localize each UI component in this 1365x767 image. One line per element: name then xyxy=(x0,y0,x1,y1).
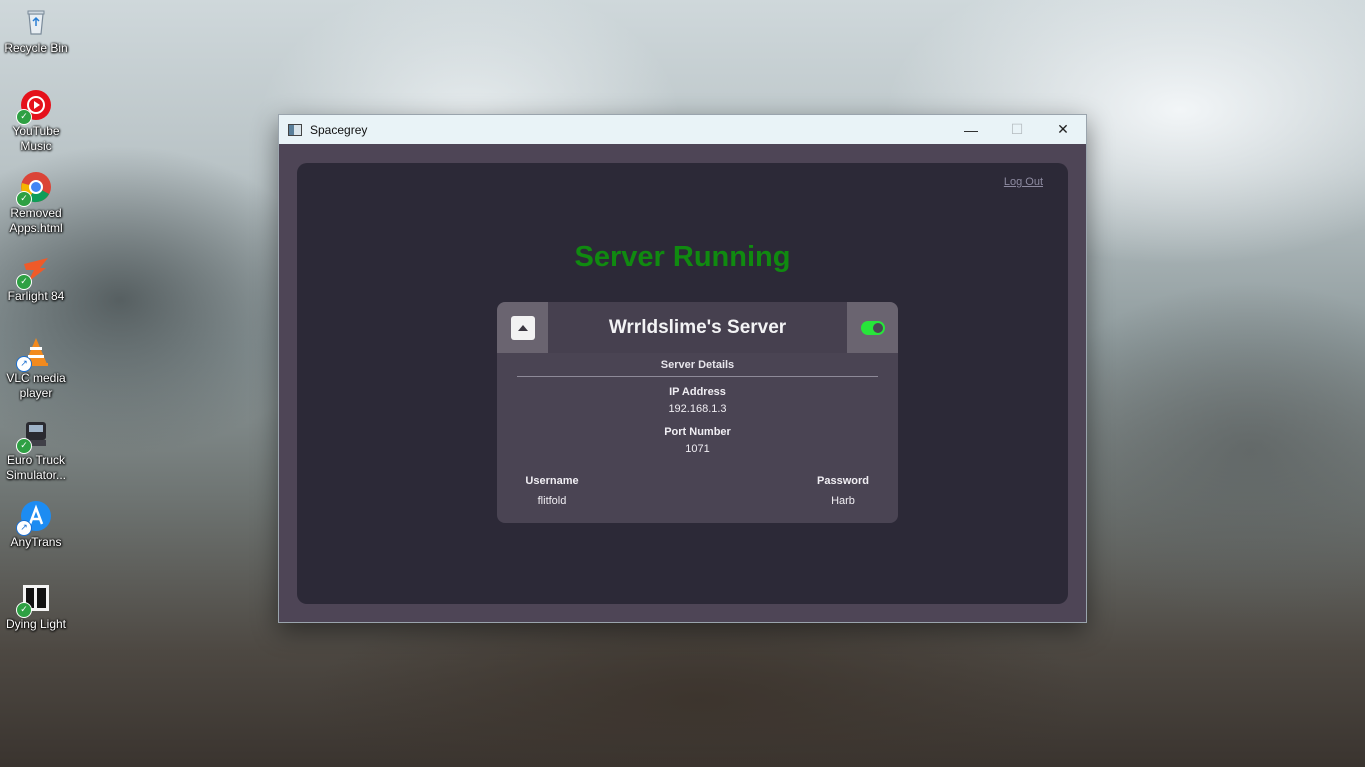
credentials-row: Username flitfold Password Harb xyxy=(497,475,898,515)
desktop-icon-youtube-music[interactable]: ✓ YouTube Music xyxy=(4,89,68,154)
server-status-title: Server Running xyxy=(574,241,791,273)
collapse-button[interactable] xyxy=(497,302,548,353)
vlc-icon: ↗ xyxy=(16,336,52,372)
dying-light-icon: ✓ xyxy=(16,582,52,618)
server-card: Wrrldslime's Server Server Details IP Ad… xyxy=(497,302,898,523)
desktop-icon-vlc[interactable]: ↗ VLC media player xyxy=(4,336,68,401)
server-card-header: Wrrldslime's Server xyxy=(497,302,898,353)
ip-address-block: IP Address 192.168.1.3 xyxy=(497,386,898,415)
desktop-icon-label: Euro Truck Simulator... xyxy=(5,453,67,482)
desktop-icon-label: Dying Light xyxy=(5,617,67,631)
desktop-icon-label: Farlight 84 xyxy=(7,289,65,303)
recycle-bin-icon xyxy=(20,6,52,38)
server-details-heading: Server Details xyxy=(660,359,735,371)
youtube-music-icon: ✓ xyxy=(16,89,52,125)
server-toggle-container xyxy=(847,302,898,353)
desktop-icon-label: Recycle Bin xyxy=(4,41,68,55)
ip-address-label: IP Address xyxy=(669,386,726,398)
password-block: Password Harb xyxy=(803,475,883,507)
desktop-icon-farlight[interactable]: ✓ Farlight 84 xyxy=(4,254,68,304)
desktop-icon-dying-light[interactable]: ✓ Dying Light xyxy=(4,582,68,632)
username-value: flitfold xyxy=(537,495,567,507)
check-badge-icon: ✓ xyxy=(16,602,32,618)
desktop-icon-euro-truck[interactable]: ✓ Euro Truck Simulator... xyxy=(4,418,68,483)
ip-address-value: 192.168.1.3 xyxy=(668,403,727,415)
password-value: Harb xyxy=(831,495,855,507)
check-badge-icon: ✓ xyxy=(16,274,32,290)
port-number-block: Port Number 1071 xyxy=(497,426,898,455)
toggle-knob xyxy=(872,322,883,333)
server-name: Wrrldslime's Server xyxy=(608,317,787,338)
port-number-value: 1071 xyxy=(685,443,710,455)
main-panel: Log Out Server Running Wrrldslime's Serv… xyxy=(297,163,1068,604)
desktop-icon-recycle-bin[interactable]: Recycle Bin xyxy=(4,6,68,56)
port-number-label: Port Number xyxy=(664,426,731,438)
logout-link[interactable]: Log Out xyxy=(1004,176,1043,188)
minimize-button[interactable]: — xyxy=(948,115,994,144)
maximize-button[interactable]: ☐ xyxy=(994,115,1040,144)
shortcut-arrow-icon: ↗ xyxy=(16,520,32,536)
username-block: Username flitfold xyxy=(512,475,592,507)
desktop-icon-label: YouTube Music xyxy=(12,124,60,153)
window-controls: — ☐ ✕ xyxy=(948,115,1086,144)
desktop-icon-removed-apps[interactable]: ✓ Removed Apps.html xyxy=(4,171,68,236)
check-badge-icon: ✓ xyxy=(16,191,32,207)
anytrans-icon: ↗ xyxy=(16,500,52,536)
server-toggle[interactable] xyxy=(860,320,885,335)
truck-icon: ✓ xyxy=(16,418,52,454)
desktop-icon-label: Removed Apps.html xyxy=(9,206,63,235)
chevron-up-icon xyxy=(510,315,535,340)
check-badge-icon: ✓ xyxy=(16,109,32,125)
chrome-icon: ✓ xyxy=(16,171,52,207)
shortcut-arrow-icon: ↗ xyxy=(16,356,32,372)
details-divider xyxy=(517,376,878,377)
close-button[interactable]: ✕ xyxy=(1040,115,1086,144)
check-badge-icon: ✓ xyxy=(16,438,32,454)
farlight-icon: ✓ xyxy=(16,254,52,290)
title-bar[interactable]: Spacegrey — ☐ ✕ xyxy=(279,115,1086,144)
app-window-icon xyxy=(288,123,302,136)
password-label: Password xyxy=(817,475,869,487)
desktop-icon-anytrans[interactable]: ↗ AnyTrans xyxy=(4,500,68,550)
desktop-icon-label: AnyTrans xyxy=(10,535,62,549)
desktop-icon-label: VLC media player xyxy=(6,371,66,400)
username-label: Username xyxy=(525,475,579,487)
window-title: Spacegrey xyxy=(310,122,368,137)
app-window: Spacegrey — ☐ ✕ Log Out Server Running W… xyxy=(278,114,1087,623)
